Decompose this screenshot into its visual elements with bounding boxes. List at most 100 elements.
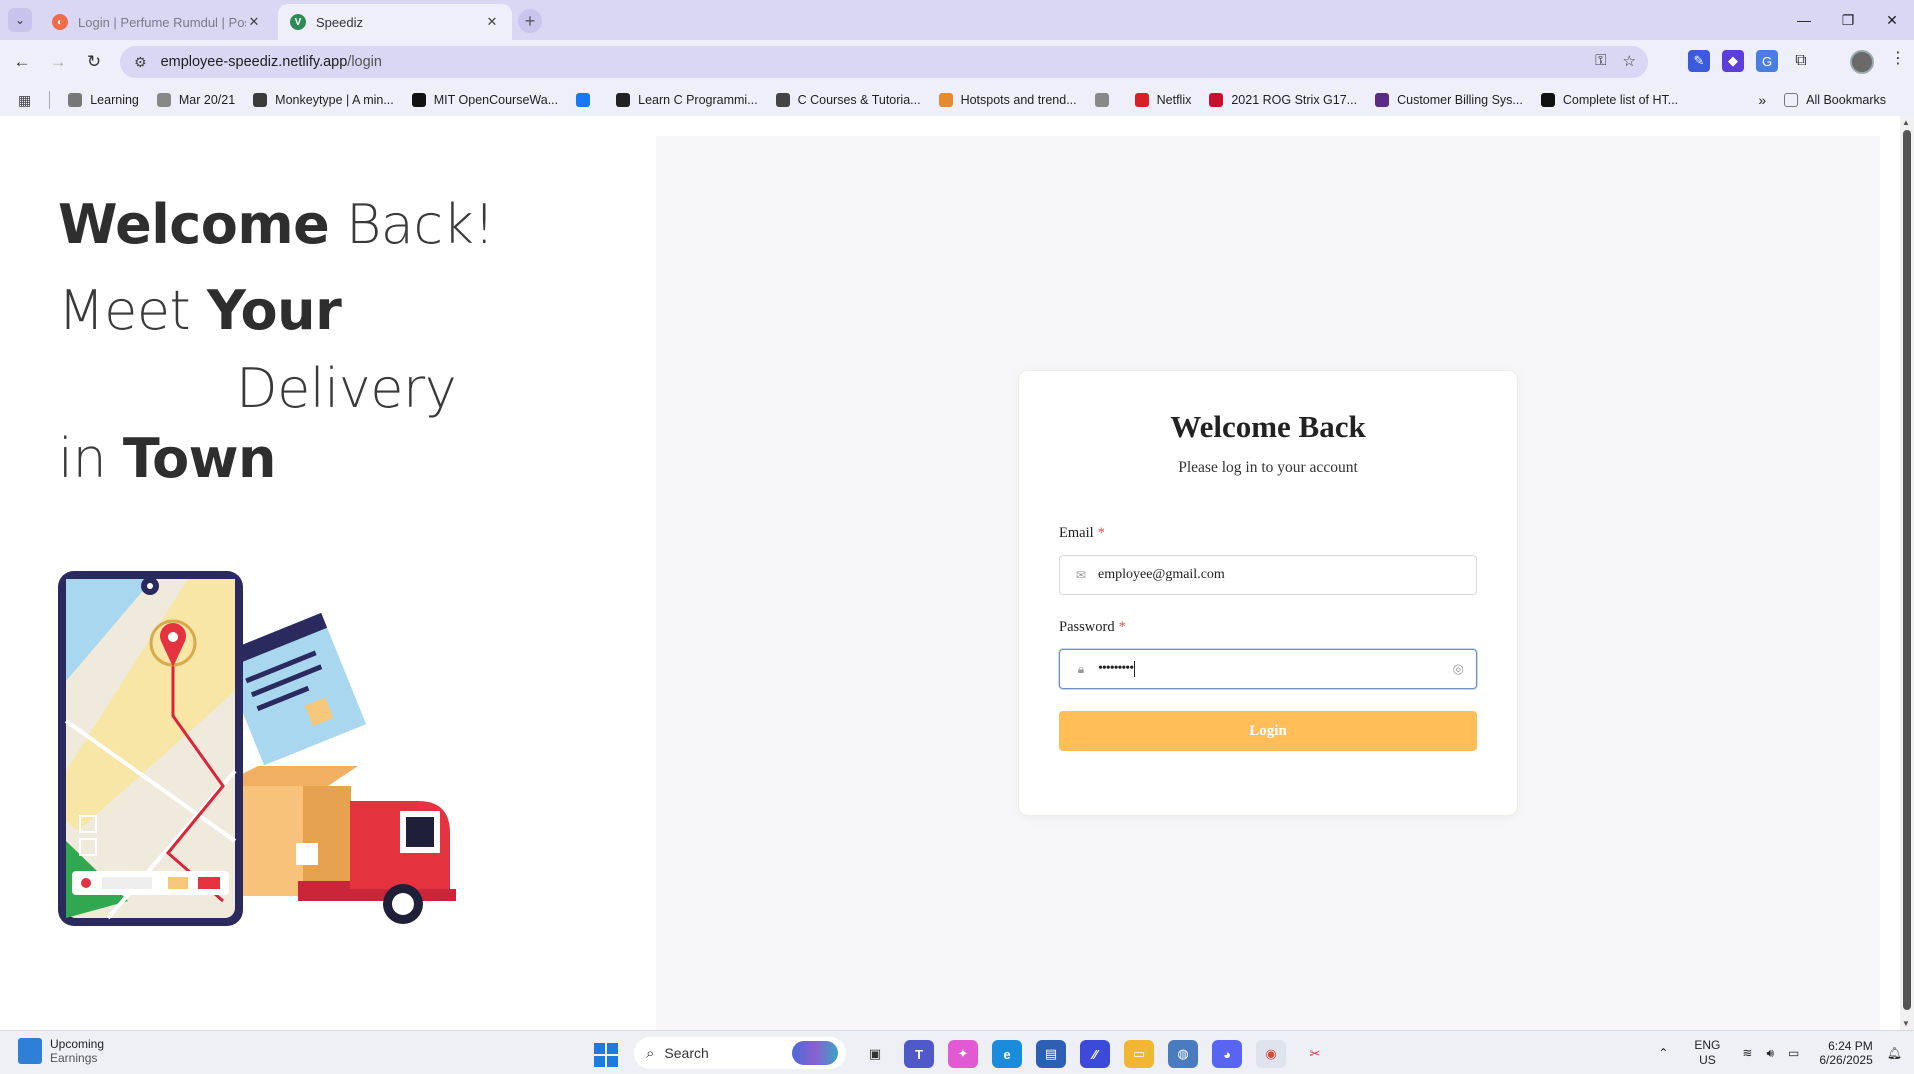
bookmark-item[interactable]: Hotspots and trend... (938, 93, 1077, 107)
close-window-icon[interactable]: ✕ (1870, 0, 1914, 40)
snipping-tool-icon[interactable]: ✂ (1300, 1040, 1330, 1068)
bookmark-item[interactable]: Learn C Programmi... (616, 93, 758, 107)
all-bookmarks-folder[interactable]: All Bookmarks (1784, 93, 1886, 107)
puzzle-extensions-icon[interactable]: ⧉ (1790, 50, 1812, 72)
bookmark-item[interactable] (576, 93, 598, 107)
password-value: ••••••••• (1098, 661, 1134, 676)
visual-studio-icon[interactable]: ∕∕ (1080, 1040, 1110, 1068)
password-key-icon[interactable]: ⚿ (1595, 52, 1606, 70)
login-button[interactable]: Login (1059, 711, 1477, 751)
wifi-icon[interactable]: ≋ (1742, 1046, 1752, 1061)
teams-icon[interactable]: T (904, 1040, 934, 1068)
bookmark-item[interactable]: C Courses & Tutoria... (775, 93, 921, 107)
close-tab-icon[interactable]: ✕ (484, 14, 500, 30)
hero-line-1: Welcome Back! (58, 186, 495, 272)
translate-extension-icon[interactable]: G (1756, 50, 1778, 72)
chrome-icon[interactable]: ◉ (1256, 1040, 1286, 1068)
profile-avatar[interactable] (1850, 50, 1874, 74)
tab-perfume-login[interactable]: ◐ Login | Perfume Rumdul | Post... ✕ (40, 4, 274, 40)
delivery-illustration (58, 571, 458, 941)
close-tab-icon[interactable]: ✕ (246, 14, 262, 30)
new-tab-button[interactable]: + (518, 9, 542, 33)
tab-title: Speediz (316, 14, 363, 30)
scroll-down-arrow-icon[interactable]: ▼ (1902, 1019, 1910, 1028)
system-tray: ⌃ ENG US ≋ 🔊︎ ▭ 6:24 PM 6/26/2025 🔔︎ (1644, 1031, 1902, 1074)
extension-badge-icon[interactable]: ◆ (1722, 50, 1744, 72)
store-icon[interactable]: ▤ (1036, 1040, 1066, 1068)
task-view-icon[interactable]: ▣ (860, 1040, 890, 1068)
address-bar[interactable]: ⚙ employee-speediz.netlify.app/login ⚿ ☆ (120, 46, 1648, 78)
email-label-text: Email (1059, 525, 1094, 541)
login-card: Welcome Back Please log in to your accou… (1018, 370, 1518, 816)
scroll-thumb[interactable] (1903, 130, 1911, 1010)
lang-region: US (1699, 1053, 1716, 1067)
tab-title: Login | Perfume Rumdul | Post... (78, 14, 246, 30)
notifications-icon[interactable]: 🔔︎ (1887, 1046, 1902, 1061)
bookmark-item[interactable]: MIT OpenCourseWa... (411, 93, 558, 107)
url-text[interactable]: employee-speediz.netlify.app/login (161, 54, 382, 70)
scroll-up-arrow-icon[interactable]: ▲ (1902, 118, 1910, 127)
bookmark-label: Customer Billing Sys... (1397, 93, 1523, 107)
pen-extension-icon[interactable]: ✎ (1688, 50, 1710, 72)
browser-menu-icon[interactable]: ⋮ (1890, 48, 1906, 68)
windows-start-icon[interactable] (594, 1043, 618, 1067)
password-label: Password * (1059, 619, 1126, 636)
bookmark-star-icon[interactable]: ☆ (1623, 52, 1636, 70)
more-bookmarks-icon[interactable]: » (1758, 92, 1766, 108)
window-controls: — ❐ ✕ (1782, 0, 1914, 40)
copilot-icon[interactable]: ✦ (948, 1040, 978, 1068)
login-title: Welcome Back (1170, 409, 1366, 444)
bookmark-label: Mar 20/21 (178, 93, 236, 107)
bookmark-item[interactable]: Complete list of HT... (1540, 93, 1678, 107)
discord-icon[interactable]: ◕ (1212, 1040, 1242, 1068)
bookmarks-divider (49, 91, 51, 109)
bookmark-item[interactable]: Monkeytype | A min... (253, 93, 394, 107)
edge-icon[interactable]: e (992, 1040, 1022, 1068)
email-field[interactable]: ✉ employee@gmail.com (1059, 555, 1477, 595)
hero-line-4: in Town (58, 420, 495, 498)
taskbar-search[interactable]: ⌕ Search (634, 1037, 846, 1069)
password-field[interactable]: 🔒︎ ••••••••• ◎ (1059, 649, 1477, 689)
clock[interactable]: 6:24 PM 6/26/2025 (1819, 1039, 1872, 1067)
apps-grid-icon[interactable]: ▦ (18, 92, 31, 109)
url-path: /login (347, 54, 382, 70)
volume-icon[interactable]: 🔊︎ (1766, 1046, 1774, 1061)
file-explorer-icon[interactable]: ▭ (1124, 1040, 1154, 1068)
bookmark-item[interactable] (1094, 93, 1117, 107)
bookmark-item[interactable]: Customer Billing Sys... (1375, 93, 1523, 107)
back-arrow-icon[interactable]: ← (10, 50, 34, 74)
required-asterisk: * (1118, 619, 1126, 635)
stock-chart-icon (18, 1038, 42, 1064)
globe-icon (156, 93, 171, 107)
monkeytype-icon (253, 93, 268, 107)
password-label-text: Password (1059, 619, 1115, 635)
bookmark-item[interactable]: Learning (68, 93, 139, 107)
site-info-icon[interactable]: ⚙ (134, 54, 147, 71)
language-indicator[interactable]: ENG US (1694, 1038, 1720, 1068)
battery-icon[interactable]: ▭ (1788, 1046, 1799, 1061)
globe-app-icon[interactable]: ◍ (1168, 1040, 1198, 1068)
tray-chevron-up-icon[interactable]: ⌃ (1658, 1046, 1668, 1061)
bookmark-item[interactable]: Mar 20/21 (156, 93, 236, 107)
folder-icon (1784, 93, 1799, 107)
minimize-icon[interactable]: — (1782, 0, 1826, 40)
tab-speediz[interactable]: V Speediz ✕ (278, 4, 512, 40)
delivery-truck-phone-illustration (58, 571, 456, 926)
page-scrollbar[interactable]: ▲ ▼ (1900, 116, 1914, 1030)
email-value: employee@gmail.com (1098, 567, 1225, 582)
news-widget[interactable]: Upcoming Earnings (18, 1037, 104, 1065)
restore-icon[interactable]: ❐ (1826, 0, 1870, 40)
hero-bold-welcome: Welcome (58, 193, 330, 256)
bookmark-label: Netflix (1156, 93, 1192, 107)
netflix-icon (1134, 93, 1149, 107)
tab-search-chevron-icon[interactable]: ⌄ (8, 8, 32, 32)
bookmark-item[interactable]: Netflix (1134, 93, 1192, 107)
forward-arrow-icon[interactable]: → (46, 50, 70, 74)
reload-icon[interactable]: ↻ (82, 50, 106, 74)
bookmark-label: C Courses & Tutoria... (797, 93, 921, 107)
bookmark-item[interactable]: 2021 ROG Strix G17... (1209, 93, 1357, 107)
clock-time: 6:24 PM (1828, 1039, 1873, 1053)
search-highlight-image (792, 1041, 838, 1065)
facebook-icon (576, 93, 591, 107)
eye-invisible-icon[interactable]: ◎ (1453, 661, 1464, 677)
